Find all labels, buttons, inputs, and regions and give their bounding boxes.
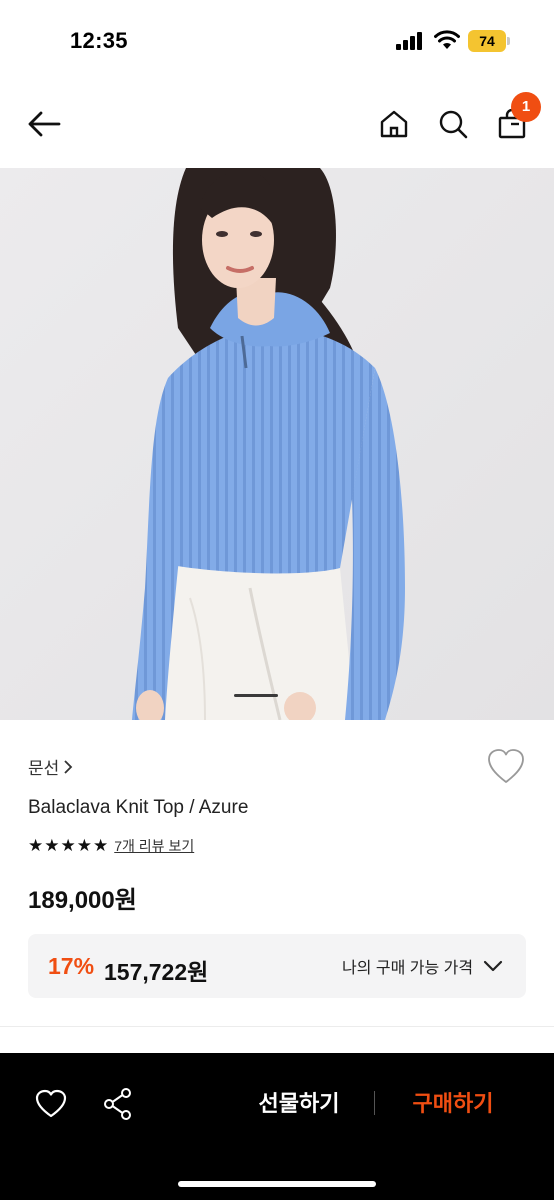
brand-name: 문선: [28, 759, 60, 778]
home-button[interactable]: [374, 104, 414, 144]
back-arrow-icon: [28, 111, 61, 137]
discount-price: 157,722원: [104, 959, 209, 985]
wifi-icon: [434, 30, 460, 49]
star-icon: ★: [76, 836, 92, 855]
heart-icon: [488, 749, 524, 783]
share-icon: [104, 1088, 131, 1120]
share-button[interactable]: [101, 1087, 135, 1121]
buy-button[interactable]: 구매하기: [398, 1087, 508, 1121]
back-button[interactable]: [24, 104, 64, 144]
wishlist-button[interactable]: [486, 748, 526, 786]
home-indicator: [178, 1181, 376, 1187]
original-price: 189,000원: [28, 887, 137, 914]
chevron-down-icon: [484, 960, 503, 972]
star-icon: ★: [28, 836, 44, 855]
discount-price-box[interactable]: 17% 157,722원 나의 구매 가능 가격: [28, 934, 526, 998]
search-button[interactable]: [433, 104, 473, 144]
star-icon: ★: [60, 836, 76, 855]
home-icon: [380, 110, 408, 138]
rating-stars: ★ ★ ★ ★ ★: [28, 836, 108, 856]
bar-divider: [374, 1091, 375, 1115]
purchase-price-label: 나의 구매 가능 가격: [342, 960, 474, 977]
status-time: 12:35: [70, 28, 128, 53]
heart-icon: [35, 1089, 67, 1118]
carousel-indicator: [234, 694, 278, 697]
product-name: Balaclava Knit Top / Azure: [28, 797, 249, 818]
chevron-right-icon: [64, 759, 73, 774]
search-icon: [439, 110, 468, 139]
star-icon: ★: [93, 836, 109, 855]
bottom-action-bar: 선물하기 구매하기: [0, 1053, 554, 1200]
bottom-wishlist-button[interactable]: [34, 1087, 68, 1121]
battery-level: 74: [479, 33, 495, 49]
purchase-price-toggle[interactable]: 나의 구매 가능 가격: [342, 954, 503, 978]
nav-header: [0, 80, 554, 168]
signal-icon: [396, 32, 422, 50]
model-photo: [0, 168, 554, 720]
review-link[interactable]: 7개 리뷰 보기: [114, 836, 194, 856]
battery-icon: 74: [468, 30, 510, 52]
cart-count-badge: 1: [511, 92, 541, 122]
star-icon: ★: [44, 836, 60, 855]
brand-link[interactable]: 문선: [28, 754, 73, 779]
discount-rate: 17%: [48, 953, 95, 979]
product-image[interactable]: [0, 168, 554, 720]
rating-row: ★ ★ ★ ★ ★ 7개 리뷰 보기: [28, 836, 194, 856]
status-bar: 12:35 74: [0, 0, 554, 80]
section-divider: [0, 1026, 554, 1027]
gift-button[interactable]: 선물하기: [244, 1087, 354, 1121]
